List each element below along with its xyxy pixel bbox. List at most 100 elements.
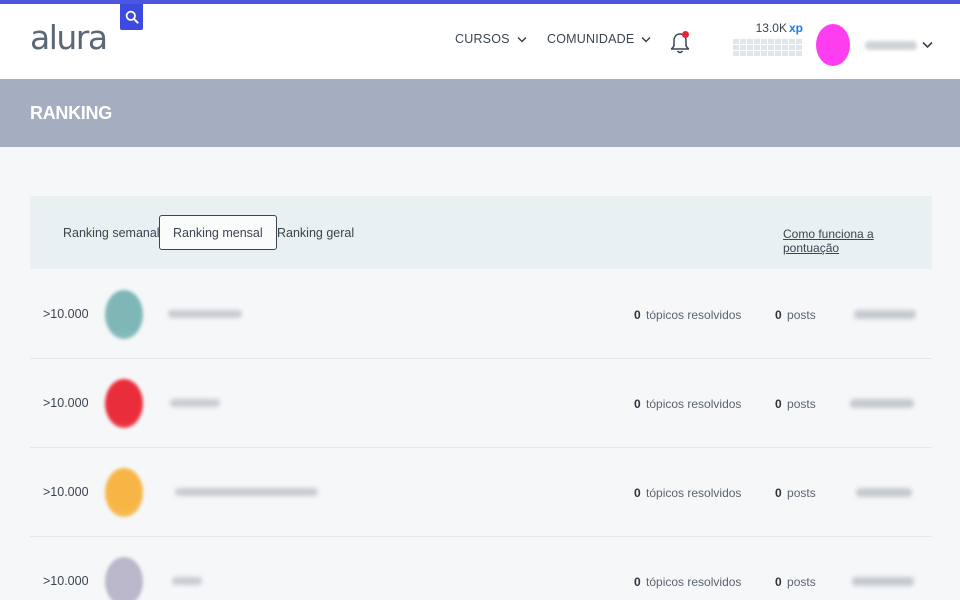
ranking-row[interactable]: >10.000 0 tópicos resolvidos 0 posts	[30, 537, 932, 600]
posts-count-block: 0 posts	[775, 575, 816, 589]
xp-grid-cell	[733, 51, 739, 56]
user-avatar[interactable]	[105, 468, 143, 517]
xp-grid-cell	[740, 45, 746, 50]
posts-count-block: 0 posts	[775, 486, 816, 500]
topics-count: 0	[634, 486, 641, 500]
xp-grid-cell	[796, 45, 802, 50]
nav-comunidade[interactable]: COMUNIDADE	[547, 32, 651, 46]
xp-grid-cell	[740, 39, 746, 44]
tab-ranking-geral[interactable]: Ranking geral	[264, 215, 367, 250]
page-title: RANKING	[30, 103, 112, 123]
ranking-tabs: Ranking semanal Ranking mensal Ranking g…	[30, 196, 932, 269]
topics-count: 0	[634, 397, 641, 411]
xp-indicator[interactable]: 13.0K xp	[733, 21, 803, 56]
xp-grid-cell	[768, 39, 774, 44]
xp-grid-cell	[782, 51, 788, 56]
user-avatar[interactable]	[105, 290, 143, 339]
xp-grid-cell	[747, 45, 753, 50]
xp-grid-cell	[754, 51, 760, 56]
rank-position: >10.000	[43, 307, 89, 321]
topics-count: 0	[634, 308, 641, 322]
topics-label: tópicos resolvidos	[646, 486, 742, 500]
nav-comunidade-label: COMUNIDADE	[547, 32, 635, 46]
user-avatar[interactable]	[105, 379, 143, 428]
posts-count-block: 0 posts	[775, 308, 816, 322]
posts-count: 0	[775, 397, 782, 411]
user-avatar[interactable]	[105, 557, 143, 600]
posts-count: 0	[775, 486, 782, 500]
xp-grid-cell	[796, 51, 802, 56]
user-name-redacted	[172, 577, 202, 585]
xp-grid-cell	[789, 45, 795, 50]
xp-grid-cell	[796, 39, 802, 44]
xp-grid-cell	[761, 51, 767, 56]
notification-badge	[682, 31, 689, 38]
search-icon	[125, 10, 139, 24]
redacted-value	[854, 310, 916, 319]
posts-label: posts	[787, 397, 816, 411]
xp-grid-cell	[782, 39, 788, 44]
topics-label: tópicos resolvidos	[646, 397, 742, 411]
xp-grid-cell	[789, 39, 795, 44]
posts-label: posts	[787, 575, 816, 589]
redacted-value	[852, 577, 914, 586]
page-banner: RANKING	[0, 79, 960, 147]
xp-grid-cell	[775, 51, 781, 56]
topics-resolved: 0 tópicos resolvidos	[634, 308, 741, 322]
xp-grid-cell	[761, 39, 767, 44]
tab-ranking-mensal[interactable]: Ranking mensal	[159, 215, 277, 250]
redacted-value	[856, 488, 912, 497]
xp-grid-cell	[747, 51, 753, 56]
posts-label: posts	[787, 308, 816, 322]
nav-cursos[interactable]: CURSOS	[455, 32, 527, 46]
how-scoring-works-link[interactable]: Como funciona a pontuação	[783, 227, 932, 255]
alura-logo[interactable]: alura	[30, 18, 108, 57]
user-name-redacted	[168, 310, 242, 318]
chevron-down-icon	[517, 36, 527, 43]
ranking-row[interactable]: >10.000 0 tópicos resolvidos 0 posts	[30, 448, 932, 537]
topics-resolved: 0 tópicos resolvidos	[634, 397, 741, 411]
user-menu-chevron-icon[interactable]	[922, 41, 933, 49]
xp-grid-cell	[782, 45, 788, 50]
xp-grid-cell	[775, 39, 781, 44]
rank-position: >10.000	[43, 485, 89, 499]
xp-grid-cell	[754, 45, 760, 50]
topics-label: tópicos resolvidos	[646, 308, 742, 322]
user-name-redacted	[865, 41, 917, 50]
top-header: alura CURSOS COMUNIDADE 13.0K xp	[0, 4, 960, 79]
xp-grid-cell	[789, 51, 795, 56]
user-avatar[interactable]	[816, 24, 850, 66]
tab-ranking-semanal[interactable]: Ranking semanal	[50, 215, 173, 250]
topics-label: tópicos resolvidos	[646, 575, 742, 589]
chevron-down-icon	[641, 36, 651, 43]
topics-count: 0	[634, 575, 641, 589]
notifications-button[interactable]	[669, 31, 691, 55]
search-button[interactable]	[120, 4, 143, 30]
nav-cursos-label: CURSOS	[455, 32, 510, 46]
xp-grid-cell	[768, 45, 774, 50]
posts-count: 0	[775, 575, 782, 589]
xp-text: 13.0K xp	[733, 21, 803, 35]
user-name-redacted	[170, 399, 220, 407]
xp-unit: xp	[788, 21, 803, 35]
xp-grid-cell	[768, 51, 774, 56]
ranking-row[interactable]: >10.000 0 tópicos resolvidos 0 posts	[30, 270, 932, 359]
posts-label: posts	[787, 486, 816, 500]
rank-position: >10.000	[43, 396, 89, 410]
topics-resolved: 0 tópicos resolvidos	[634, 486, 741, 500]
user-name-redacted	[175, 488, 318, 496]
xp-grid-cell	[761, 45, 767, 50]
posts-count: 0	[775, 308, 782, 322]
xp-grid-cell	[775, 45, 781, 50]
xp-grid-cell	[747, 39, 753, 44]
xp-grid-cell	[733, 45, 739, 50]
xp-grid-cell	[733, 39, 739, 44]
xp-grid-cell	[754, 39, 760, 44]
rank-position: >10.000	[43, 574, 89, 588]
xp-progress-grid	[733, 39, 803, 56]
posts-count-block: 0 posts	[775, 397, 816, 411]
xp-grid-cell	[740, 51, 746, 56]
redacted-value	[850, 399, 914, 408]
xp-value: 13.0K	[755, 21, 787, 35]
ranking-row[interactable]: >10.000 0 tópicos resolvidos 0 posts	[30, 359, 932, 448]
